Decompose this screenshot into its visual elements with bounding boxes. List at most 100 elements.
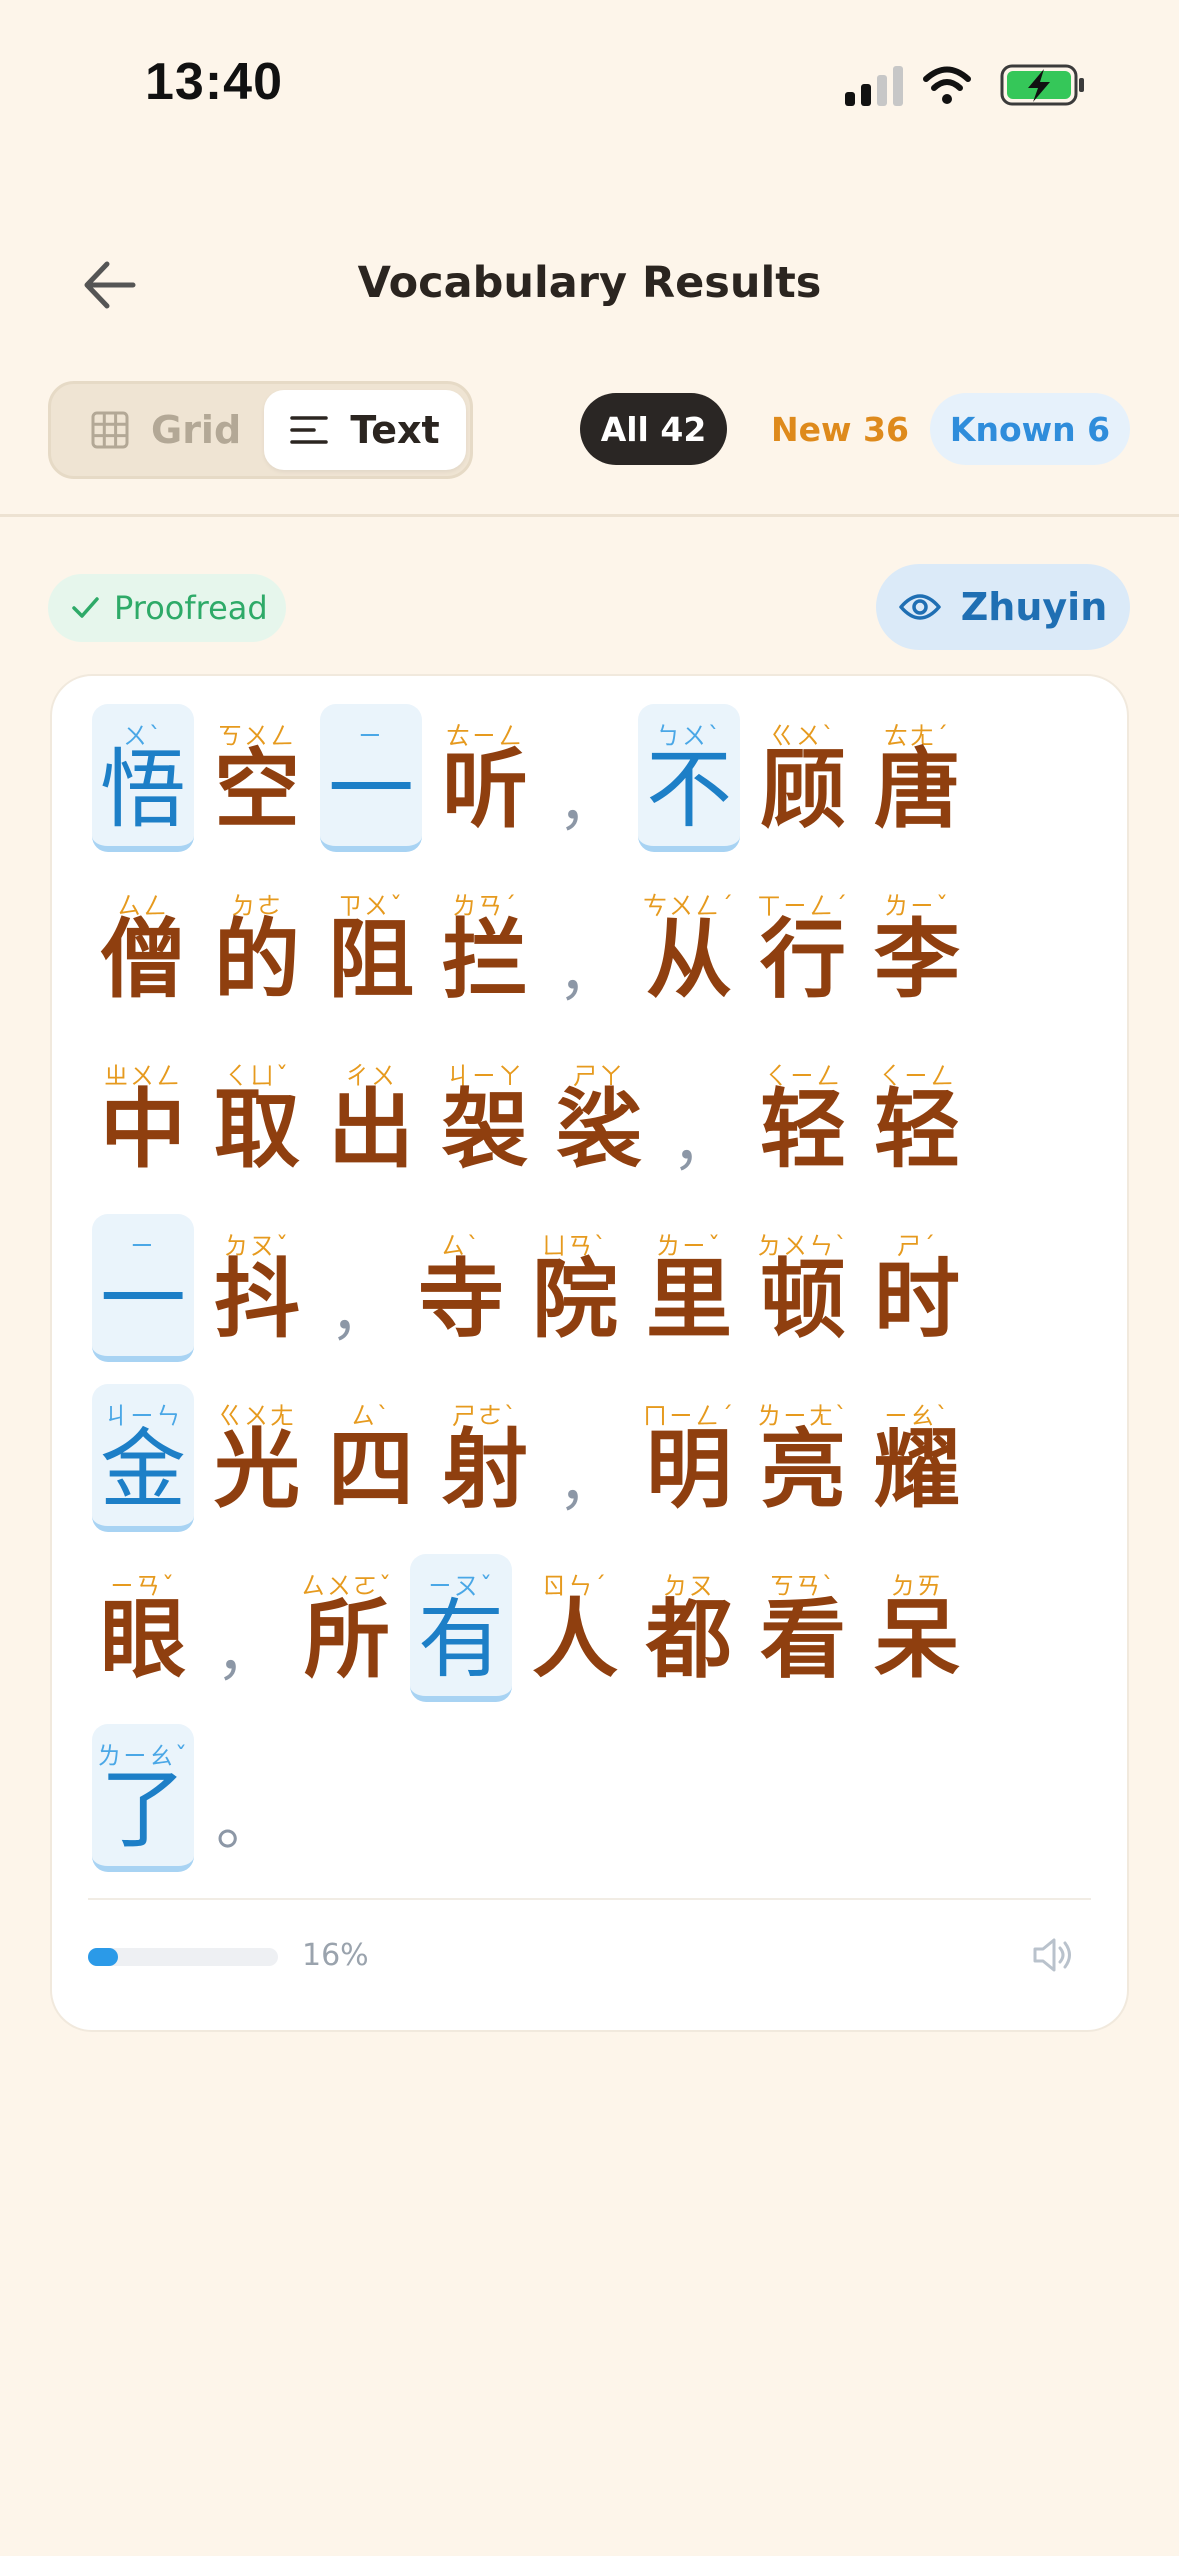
hanzi-character: 金 xyxy=(100,1420,186,1520)
known-word-cell[interactable]: ㄧㄡˇ 有 xyxy=(410,1554,512,1704)
hanzi-character: 了 xyxy=(100,1760,186,1860)
hanzi-character: 寺 xyxy=(418,1250,504,1350)
new-word-cell[interactable]: ㄓㄨㄥ中 xyxy=(94,1054,192,1194)
filter-new-count: 36 xyxy=(863,409,909,449)
known-word-cell[interactable]: ㄐㄧㄣ金 xyxy=(92,1384,194,1534)
punctuation: ， xyxy=(558,1449,618,1519)
text-view-tab[interactable]: Text xyxy=(264,390,466,470)
punctuation: ， xyxy=(330,1279,390,1349)
new-word-cell[interactable]: ㄘㄨㄥˊ 从 xyxy=(640,884,738,1024)
hanzi-character: 取 xyxy=(214,1080,300,1180)
new-word-cell[interactable]: ㄍㄨㄤ光 xyxy=(208,1394,306,1534)
hanzi-character: 抖 xyxy=(214,1250,300,1350)
hanzi-character: 唐 xyxy=(874,740,960,840)
grid-view-tab[interactable]: Grid xyxy=(91,390,241,470)
hanzi-character: 拦 xyxy=(442,910,528,1010)
battery-charging-icon xyxy=(1000,64,1084,106)
filter-new-label: New xyxy=(771,409,852,449)
new-word-cell[interactable]: ㄧㄠˋ 耀 xyxy=(868,1394,966,1534)
playback-progress-fill xyxy=(88,1948,119,1966)
new-word-cell[interactable]: ㄑㄧㄥ轻 xyxy=(868,1054,966,1194)
known-word-cell[interactable]: ㄅㄨˋ 不 xyxy=(638,704,740,854)
filter-known-label: Known xyxy=(949,409,1076,449)
new-word-cell[interactable]: ㄉㄨㄣˋ 顿 xyxy=(754,1224,852,1364)
filter-all-pill[interactable]: All 42 xyxy=(580,393,727,465)
known-word-cell[interactable]: ㄌㄧㄠˇ 了 xyxy=(92,1724,194,1874)
playback-progress-label: 16% xyxy=(302,1938,369,1973)
hanzi-character: 眼 xyxy=(100,1590,186,1690)
new-word-cell[interactable]: ㄖㄣˊ 人 xyxy=(526,1564,624,1704)
hanzi-character: 出 xyxy=(328,1080,414,1180)
checkmark-icon xyxy=(72,597,99,618)
hanzi-character: 都 xyxy=(646,1590,732,1690)
new-word-cell[interactable]: ㄑㄧㄥ轻 xyxy=(754,1054,852,1194)
card-divider xyxy=(88,1898,1091,1900)
hanzi-character: 的 xyxy=(214,910,300,1010)
new-word-cell[interactable]: ㄌㄧˇ 李 xyxy=(868,884,966,1024)
hanzi-character: 院 xyxy=(532,1250,618,1350)
new-word-cell[interactable]: ㄧㄢˇ 眼 xyxy=(94,1564,192,1704)
hanzi-character: 顿 xyxy=(760,1250,846,1350)
page-title: Vocabulary Results xyxy=(357,258,822,308)
grid-view-label: Grid xyxy=(151,408,242,452)
new-word-cell[interactable]: ㄕㄜˋ 射 xyxy=(436,1394,534,1534)
hanzi-character: 所 xyxy=(304,1590,390,1690)
hanzi-character: 射 xyxy=(442,1420,528,1520)
new-word-cell[interactable]: ㄕˊ 时 xyxy=(868,1224,966,1364)
speaker-button[interactable] xyxy=(1030,1932,1076,1978)
new-word-cell[interactable]: ㄐㄧㄚ袈 xyxy=(436,1054,534,1194)
new-word-cell[interactable]: ㄉㄡˇ 抖 xyxy=(208,1224,306,1364)
new-word-cell[interactable]: ㄊㄤˊ 唐 xyxy=(868,714,966,854)
known-word-cell[interactable]: ㄧ一 xyxy=(320,704,422,854)
new-word-cell[interactable]: ㄩㄢˋ 院 xyxy=(526,1224,624,1364)
new-word-cell[interactable]: ㄌㄢˊ 拦 xyxy=(436,884,534,1024)
new-word-cell[interactable]: ㄉㄞ呆 xyxy=(868,1564,966,1704)
hanzi-character: 呆 xyxy=(874,1590,960,1690)
filter-all-count: 42 xyxy=(660,409,707,449)
hanzi-character: 从 xyxy=(646,910,732,1010)
known-word-cell[interactable]: ㄧ一 xyxy=(92,1214,194,1364)
grid-icon xyxy=(91,411,129,449)
punctuation: ， xyxy=(558,939,618,1009)
new-word-cell[interactable]: ㄊㄧㄥ听 xyxy=(436,714,534,854)
hanzi-character: 明 xyxy=(646,1420,732,1520)
hanzi-character: 袈 xyxy=(442,1080,528,1180)
new-word-cell[interactable]: ㄙˋ 四 xyxy=(322,1394,420,1534)
zhuyin-toggle-button[interactable]: Zhuyin xyxy=(876,564,1130,650)
new-word-cell[interactable]: ㄎㄢˋ 看 xyxy=(754,1564,852,1704)
hanzi-character: 轻 xyxy=(760,1080,846,1180)
new-word-cell[interactable]: ㄇㄧㄥˊ 明 xyxy=(640,1394,738,1534)
new-word-cell[interactable]: ㄍㄨˋ 顾 xyxy=(754,714,852,854)
new-word-cell[interactable]: ㄌㄧˇ 里 xyxy=(640,1224,738,1364)
hanzi-character: 有 xyxy=(418,1590,504,1690)
hanzi-character: 轻 xyxy=(874,1080,960,1180)
hanzi-character: 看 xyxy=(760,1590,846,1690)
punctuation: ， xyxy=(558,769,618,839)
filter-new-pill[interactable]: New 36 xyxy=(755,393,925,465)
new-word-cell[interactable]: ㄒㄧㄥˊ 行 xyxy=(754,884,852,1024)
new-word-cell[interactable]: ㄗㄨˇ 阻 xyxy=(322,884,420,1024)
hanzi-character: 听 xyxy=(442,740,528,840)
hanzi-character: 里 xyxy=(646,1250,732,1350)
known-word-cell[interactable]: ㄨˋ 悟 xyxy=(92,704,194,854)
new-word-cell[interactable]: ㄙㄨㄛˇ 所 xyxy=(298,1564,396,1704)
new-word-cell[interactable]: ㄉㄜ的 xyxy=(208,884,306,1024)
new-word-cell[interactable]: ㄕㄚ裟 xyxy=(550,1054,648,1194)
new-word-cell[interactable]: ㄑㄩˇ 取 xyxy=(208,1054,306,1194)
playback-progress-bar[interactable] xyxy=(88,1948,278,1966)
filter-all-label: All xyxy=(600,409,649,449)
new-word-cell[interactable]: ㄙˋ 寺 xyxy=(412,1224,510,1364)
wifi-icon xyxy=(923,66,971,104)
new-word-cell[interactable]: ㄌㄧㄤˋ 亮 xyxy=(754,1394,852,1534)
new-word-cell[interactable]: ㄉㄡ都 xyxy=(640,1564,738,1704)
proofread-badge: Proofread xyxy=(48,574,286,642)
new-word-cell[interactable]: ㄔㄨ出 xyxy=(322,1054,420,1194)
cellular-signal-icon xyxy=(845,66,903,106)
hanzi-character: 光 xyxy=(214,1420,300,1520)
filter-known-pill[interactable]: Known 6 xyxy=(930,393,1130,465)
hanzi-character: 四 xyxy=(328,1420,414,1520)
new-word-cell[interactable]: ㄎㄨㄥ空 xyxy=(208,714,306,854)
new-word-cell[interactable]: ㄙㄥ僧 xyxy=(94,884,192,1024)
zhuyin-label: Zhuyin xyxy=(960,585,1108,629)
hanzi-character: 行 xyxy=(760,910,846,1010)
